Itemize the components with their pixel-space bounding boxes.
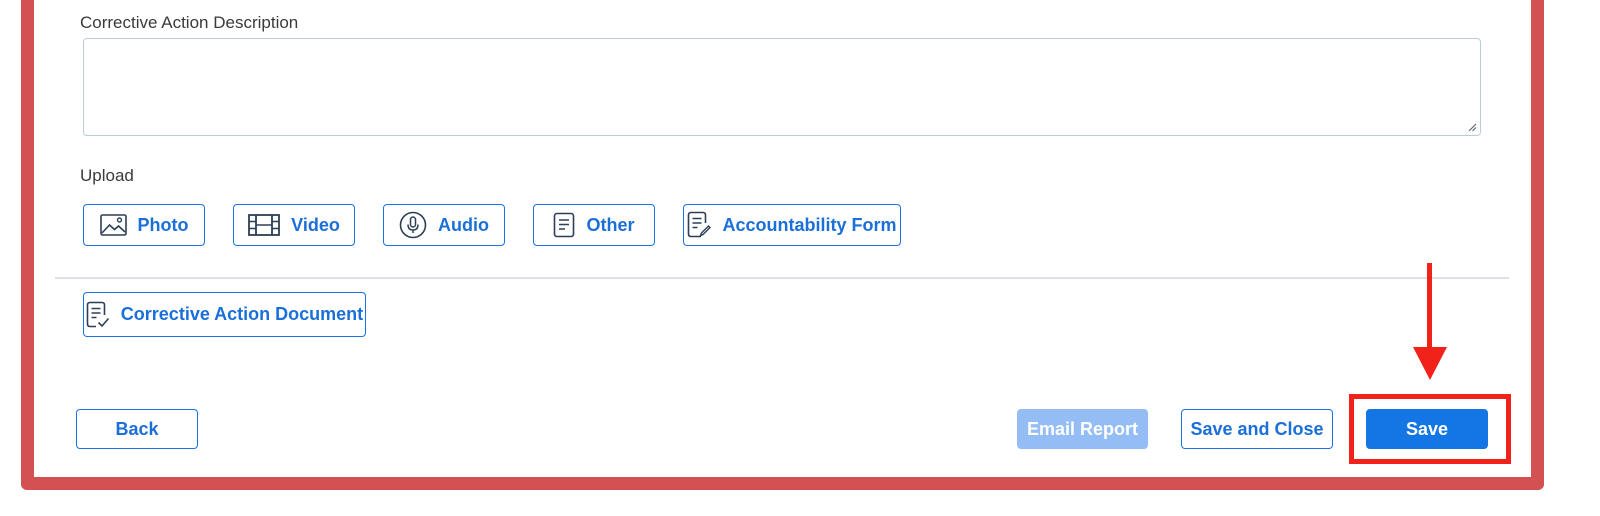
down-arrow-annotation	[1413, 263, 1447, 380]
document-icon	[554, 212, 575, 238]
upload-audio-button[interactable]: Audio	[383, 204, 505, 246]
upload-video-button[interactable]: Video	[233, 204, 355, 246]
upload-other-button[interactable]: Other	[533, 204, 655, 246]
resize-grip-icon[interactable]	[1468, 123, 1477, 132]
section-divider	[55, 277, 1509, 279]
accountability-form-button[interactable]: Accountability Form	[683, 204, 901, 246]
corrective-action-document-label: Corrective Action Document	[120, 304, 364, 324]
upload-photo-button[interactable]: Photo	[83, 204, 205, 246]
document-check-icon	[86, 301, 109, 327]
upload-photo-label: Photo	[137, 214, 189, 235]
description-label: Corrective Action Description	[80, 13, 299, 32]
accountability-form-label: Accountability Form	[722, 214, 897, 235]
back-button[interactable]: Back	[76, 409, 198, 449]
description-textarea[interactable]	[83, 38, 1481, 136]
microphone-icon	[399, 211, 427, 239]
email-report-button[interactable]: Email Report	[1017, 409, 1148, 449]
film-icon	[248, 214, 281, 236]
upload-other-label: Other	[586, 214, 635, 235]
save-highlight-box	[1349, 394, 1511, 464]
upload-video-label: Video	[291, 214, 340, 235]
upload-audio-label: Audio	[438, 214, 489, 235]
corrective-action-document-button[interactable]: Corrective Action Document	[83, 292, 366, 337]
image-icon	[99, 214, 127, 236]
save-and-close-button[interactable]: Save and Close	[1181, 409, 1333, 449]
form-edit-icon	[688, 211, 712, 238]
upload-label: Upload	[80, 166, 134, 185]
